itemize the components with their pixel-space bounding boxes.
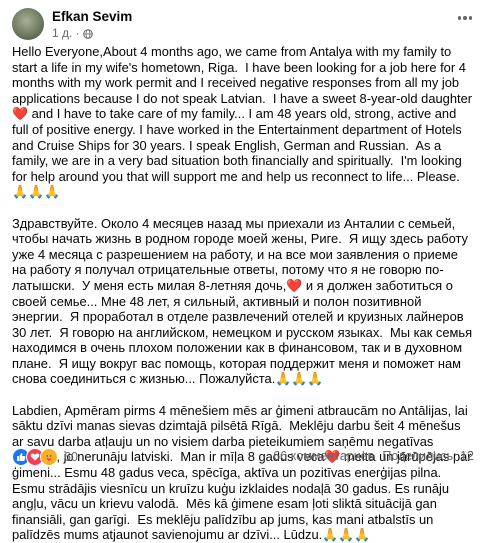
reactions-summary[interactable]: 60 — [12, 448, 78, 466]
reaction-count: 60 — [64, 450, 78, 464]
post-paragraph-latvian: Labdien, Apmēram pirms 4 mēnešiem mēs ar… — [12, 402, 476, 543]
post-meta: 1 д. · — [52, 26, 93, 40]
care-icon — [40, 448, 58, 466]
post-header: Efkan Sevim 1 д. · — [12, 8, 478, 42]
post-paragraph-english: Hello Everyone,About 4 months ago, we ca… — [12, 44, 473, 200]
more-options-icon[interactable] — [454, 10, 476, 26]
avatar[interactable] — [12, 8, 44, 40]
post-paragraph-russian: Здравствуйте. Около 4 месяцев назад мы п… — [12, 215, 476, 387]
author-name[interactable]: Efkan Sevim — [52, 9, 132, 24]
shares-count-link[interactable]: Поделились: 12 — [382, 449, 474, 463]
post-body: Hello Everyone,About 4 months ago, we ca… — [12, 44, 474, 543]
post-card: Efkan Sevim 1 д. · Hello Everyone,About … — [0, 0, 486, 542]
comments-count-link[interactable]: 66 комментариев — [273, 449, 374, 463]
post-time[interactable]: 1 д. · — [52, 26, 80, 40]
globe-icon — [82, 28, 93, 39]
post-stats: 66 комментариев Поделились: 12 — [273, 449, 474, 463]
post-footer: 60 66 комментариев Поделились: 12 — [12, 446, 474, 466]
